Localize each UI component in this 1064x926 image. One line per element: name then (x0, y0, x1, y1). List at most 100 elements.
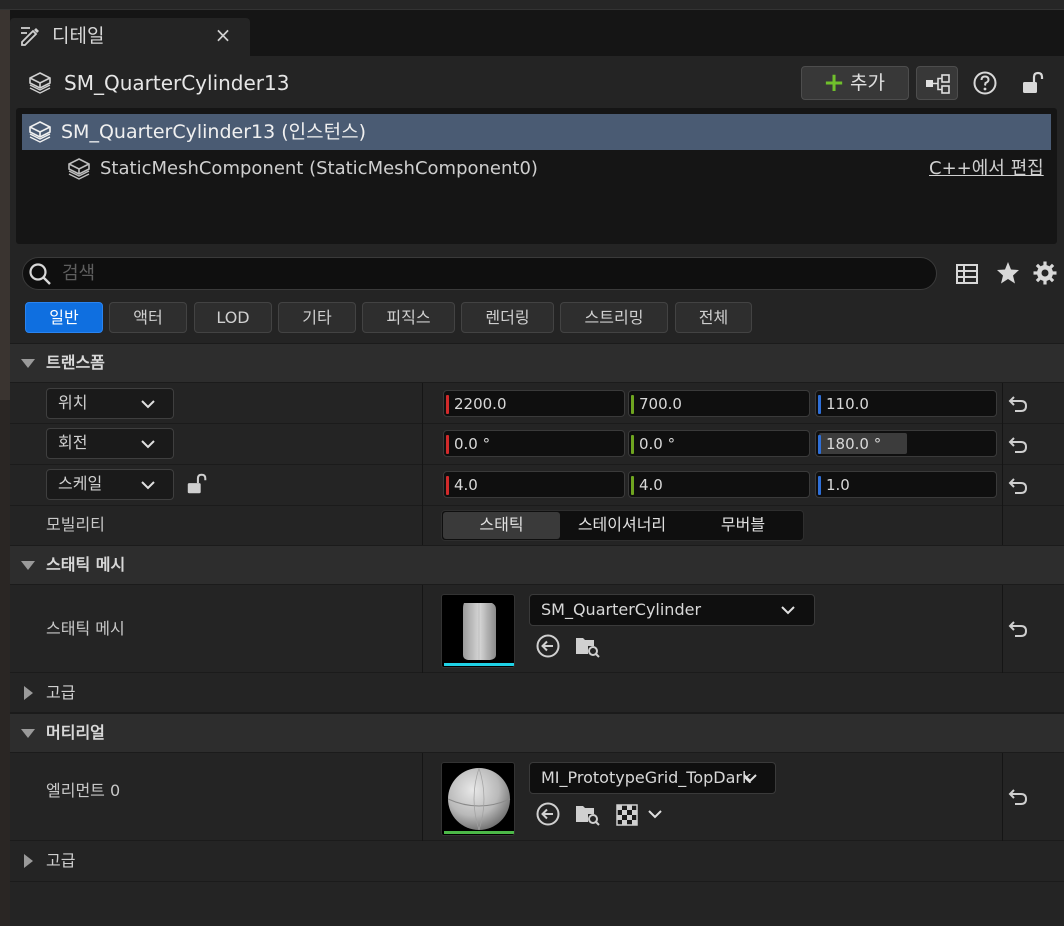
editor-top-bar (0, 0, 1064, 10)
plus-icon: + (823, 68, 845, 98)
rotation-x-input[interactable]: 0.0 ° (443, 430, 625, 457)
rotation-x-value: 0.0 ° (454, 435, 491, 453)
expand-triangle-icon (24, 686, 33, 700)
use-selected-asset-icon[interactable] (535, 801, 561, 827)
scale-z-input[interactable]: 1.0 (815, 471, 997, 498)
mobility-option-stationary[interactable]: 스테이셔너리 (562, 514, 682, 536)
edit-in-cpp-link[interactable]: C++에서 편집 (929, 156, 1044, 182)
material-asset-type-bar (444, 831, 514, 834)
materials-advanced-row[interactable] (10, 841, 1064, 882)
scale-x-input[interactable]: 4.0 (443, 471, 625, 498)
close-icon[interactable]: × (214, 24, 232, 46)
use-selected-asset-icon[interactable] (535, 633, 561, 659)
reset-arrow-icon[interactable] (1007, 434, 1029, 456)
static-mesh-section-title: 스태틱 메시 (46, 555, 126, 574)
mobility-option-static[interactable]: 스태틱 (443, 514, 560, 536)
filter-tab-streaming[interactable]: 스트리밍 (560, 302, 668, 333)
scale-y-input[interactable]: 4.0 (628, 471, 810, 498)
rotation-y-value: 0.0 ° (639, 435, 676, 453)
location-z-input[interactable]: 110.0 (815, 390, 997, 417)
quarter-cylinder-preview (463, 603, 496, 660)
column-divider (422, 585, 423, 673)
location-x-input[interactable]: 2200.0 (443, 390, 625, 417)
y-axis-marker (631, 395, 634, 414)
reset-arrow-icon[interactable] (1007, 786, 1029, 808)
search-input[interactable] (62, 258, 922, 288)
filter-tab-actor[interactable]: 액터 (109, 302, 187, 333)
star-icon[interactable] (995, 260, 1021, 286)
materials-section-header[interactable] (10, 713, 1064, 753)
y-axis-marker (631, 476, 634, 495)
mobility-option-movable[interactable]: 무버블 (684, 514, 802, 536)
materials-section-title: 머티리얼 (46, 723, 105, 742)
help-icon[interactable] (972, 70, 998, 96)
rotation-z-value: 180.0 ° (826, 435, 882, 453)
z-axis-marker (818, 395, 821, 414)
column-divider (422, 753, 423, 841)
materials-advanced-label: 고급 (46, 851, 76, 870)
x-axis-marker (446, 435, 449, 454)
table-view-icon[interactable] (954, 261, 980, 287)
rotation-z-input[interactable]: 180.0 ° (815, 430, 997, 457)
blueprint-button[interactable] (916, 66, 958, 100)
rotation-y-input[interactable]: 0.0 ° (628, 430, 810, 457)
unlock-icon[interactable] (1020, 70, 1046, 96)
y-axis-marker (631, 435, 634, 454)
scale-x-value: 4.0 (454, 476, 478, 494)
location-y-input[interactable]: 700.0 (628, 390, 810, 417)
mobility-label: 모빌리티 (46, 515, 105, 534)
collapse-triangle-icon (21, 359, 35, 368)
column-divider (1002, 383, 1003, 546)
transform-section-title: 트랜스폼 (46, 353, 105, 372)
filter-tab-misc[interactable]: 기타 (278, 302, 356, 333)
location-label: 위치 (58, 393, 88, 412)
search-icon (29, 263, 51, 285)
actor-name: SM_QuarterCylinder13 (64, 71, 290, 95)
static-mesh-row-label: 스태틱 메시 (46, 619, 125, 638)
chevron-down-icon (743, 774, 757, 783)
material-asset-name: MI_PrototypeGrid_TopDark (541, 768, 752, 787)
browse-asset-icon[interactable] (574, 801, 600, 827)
tab-title: 디테일 (52, 25, 105, 47)
static-mesh-advanced-label: 고급 (46, 683, 76, 702)
static-mesh-actor-icon (29, 72, 51, 94)
reset-arrow-icon[interactable] (1007, 618, 1029, 640)
collapse-triangle-icon (21, 729, 35, 738)
scale-y-value: 4.0 (639, 476, 663, 494)
reset-arrow-icon[interactable] (1007, 393, 1029, 415)
z-axis-marker (818, 476, 821, 495)
z-axis-marker (818, 435, 821, 454)
static-mesh-advanced-row[interactable] (10, 673, 1064, 713)
column-divider (1002, 585, 1003, 673)
collapse-triangle-icon (21, 561, 35, 570)
static-mesh-section-header[interactable] (10, 545, 1064, 585)
mesh-thumbnail[interactable] (441, 594, 515, 668)
material-element-label: 엘리먼트 0 (46, 781, 121, 800)
column-divider (1002, 753, 1003, 841)
chevron-down-icon[interactable] (646, 805, 664, 823)
unlock-icon[interactable] (185, 472, 209, 496)
material-thumbnail[interactable] (441, 762, 515, 836)
filter-tab-physics[interactable]: 피직스 (362, 302, 455, 333)
expand-triangle-icon (24, 854, 33, 868)
checkerboard-icon[interactable] (615, 801, 639, 827)
chevron-down-icon (141, 400, 155, 409)
hierarchy-icon (926, 74, 950, 94)
scale-z-value: 1.0 (826, 476, 850, 494)
filter-tab-rendering[interactable]: 렌더링 (461, 302, 554, 333)
browse-asset-icon[interactable] (574, 633, 600, 659)
add-component-label: 추가 (850, 72, 885, 94)
gear-icon[interactable] (1032, 260, 1058, 286)
static-mesh-actor-icon (29, 121, 51, 143)
transform-section-header[interactable] (10, 343, 1064, 383)
tree-child-label[interactable]: StaticMeshComponent (StaticMeshComponent… (100, 156, 538, 182)
material-sphere-preview (447, 767, 511, 831)
reset-arrow-icon[interactable] (1007, 475, 1029, 497)
filter-tab-all[interactable]: 전체 (675, 302, 752, 333)
chevron-down-icon (141, 481, 155, 490)
filter-tab-lod[interactable]: LOD (194, 302, 272, 333)
mesh-asset-type-bar (444, 663, 514, 666)
filter-tab-general[interactable]: 일반 (25, 302, 103, 333)
location-x-value: 2200.0 (454, 395, 507, 413)
location-z-value: 110.0 (826, 395, 869, 413)
